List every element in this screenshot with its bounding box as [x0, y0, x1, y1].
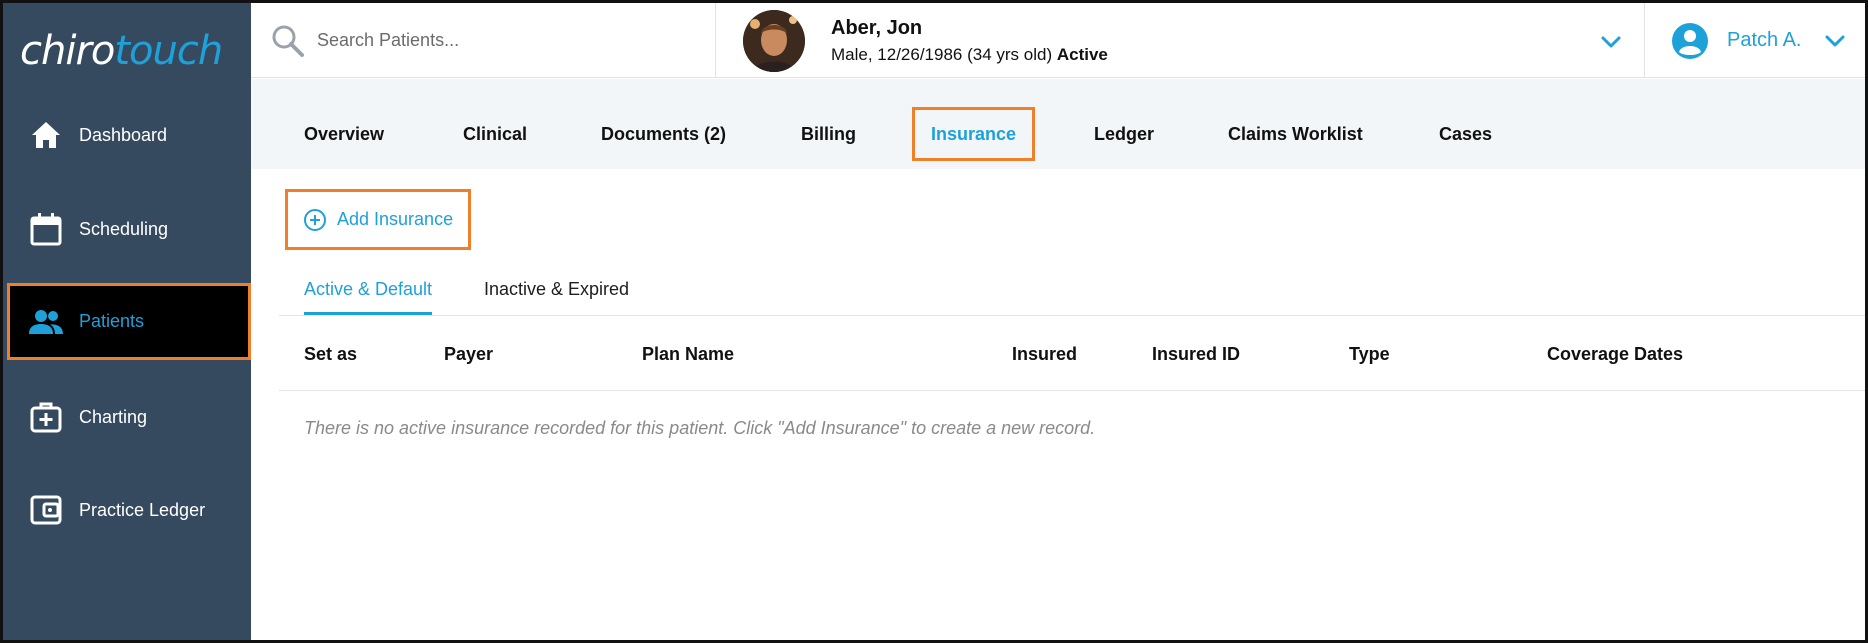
user-name: Patch A.	[1727, 29, 1802, 51]
tab-billing[interactable]: Billing	[801, 107, 856, 161]
add-insurance-label: Add Insurance	[337, 209, 454, 229]
sidebar-item-patients[interactable]: Patients	[7, 283, 251, 360]
subtab-inactive-expired[interactable]: Inactive & Expired	[484, 279, 629, 300]
tab-overview[interactable]: Overview	[304, 107, 384, 161]
add-circle-icon	[303, 208, 327, 232]
patient-tabs: Overview Clinical Documents (2) Billing …	[251, 79, 1865, 169]
sidebar: chirotouch Dashboard Scheduling Patients…	[3, 3, 251, 640]
column-header-insured-id[interactable]: Insured ID	[1152, 344, 1240, 365]
sidebar-item-charting[interactable]: Charting	[3, 378, 251, 456]
column-header-coverage-dates[interactable]: Coverage Dates	[1547, 344, 1683, 365]
home-icon	[27, 116, 65, 154]
column-header-plan-name[interactable]: Plan Name	[642, 344, 734, 365]
patient-info: Male, 12/26/1986 (34 yrs old) Active	[831, 45, 1108, 64]
sidebar-item-label: Charting	[79, 406, 148, 427]
tab-claims-worklist[interactable]: Claims Worklist	[1228, 107, 1363, 161]
sidebar-item-label: Patients	[79, 311, 145, 331]
column-header-type[interactable]: Type	[1349, 344, 1390, 365]
column-header-insured[interactable]: Insured	[1012, 344, 1077, 365]
app-window: chirotouch Dashboard Scheduling Patients…	[0, 0, 1868, 643]
empty-state-message: There is no active insurance recorded fo…	[304, 418, 1096, 438]
sidebar-item-dashboard[interactable]: Dashboard	[3, 96, 251, 174]
tab-clinical[interactable]: Clinical	[463, 107, 527, 161]
calendar-icon	[27, 210, 65, 248]
sidebar-item-label: Scheduling	[79, 218, 169, 239]
patient-status: Active	[1056, 45, 1108, 64]
insurance-table-header: Set as Payer Plan Name Insured Insured I…	[279, 316, 1865, 391]
chevron-down-icon	[1824, 30, 1846, 52]
people-icon	[27, 303, 65, 341]
user-menu[interactable]: Patch A.	[1644, 3, 1865, 78]
tab-insurance[interactable]: Insurance	[912, 107, 1036, 161]
patient-search	[251, 3, 716, 78]
tab-ledger[interactable]: Ledger	[1094, 107, 1154, 161]
tab-cases[interactable]: Cases	[1439, 107, 1492, 161]
subtab-active-default[interactable]: Active & Default	[304, 279, 433, 315]
column-header-set-as[interactable]: Set as	[304, 344, 357, 365]
sidebar-item-practice-ledger[interactable]: Practice Ledger	[3, 471, 251, 549]
patient-avatar	[743, 10, 805, 72]
user-avatar-icon	[1671, 22, 1709, 60]
chirotouch-logo[interactable]: chirotouch	[20, 29, 223, 73]
medical-bag-icon	[27, 398, 65, 436]
patient-name: Aber, Jon	[831, 17, 923, 39]
add-insurance-button[interactable]: Add Insurance	[285, 189, 471, 250]
search-input[interactable]	[317, 30, 687, 51]
patient-header: Aber, Jon Male, 12/26/1986 (34 yrs old) …	[717, 3, 1644, 78]
sidebar-item-label: Dashboard	[79, 124, 168, 145]
column-header-payer[interactable]: Payer	[444, 344, 493, 365]
chevron-down-icon[interactable]	[1600, 31, 1622, 53]
tab-documents[interactable]: Documents (2)	[601, 107, 726, 161]
insurance-panel: Add Insurance Active & Default Inactive …	[279, 169, 1865, 640]
wallet-icon	[27, 491, 65, 529]
search-icon	[271, 24, 305, 58]
top-bar: Aber, Jon Male, 12/26/1986 (34 yrs old) …	[251, 3, 1865, 78]
sidebar-item-label: Practice Ledger	[79, 499, 206, 520]
sidebar-item-scheduling[interactable]: Scheduling	[3, 190, 251, 268]
